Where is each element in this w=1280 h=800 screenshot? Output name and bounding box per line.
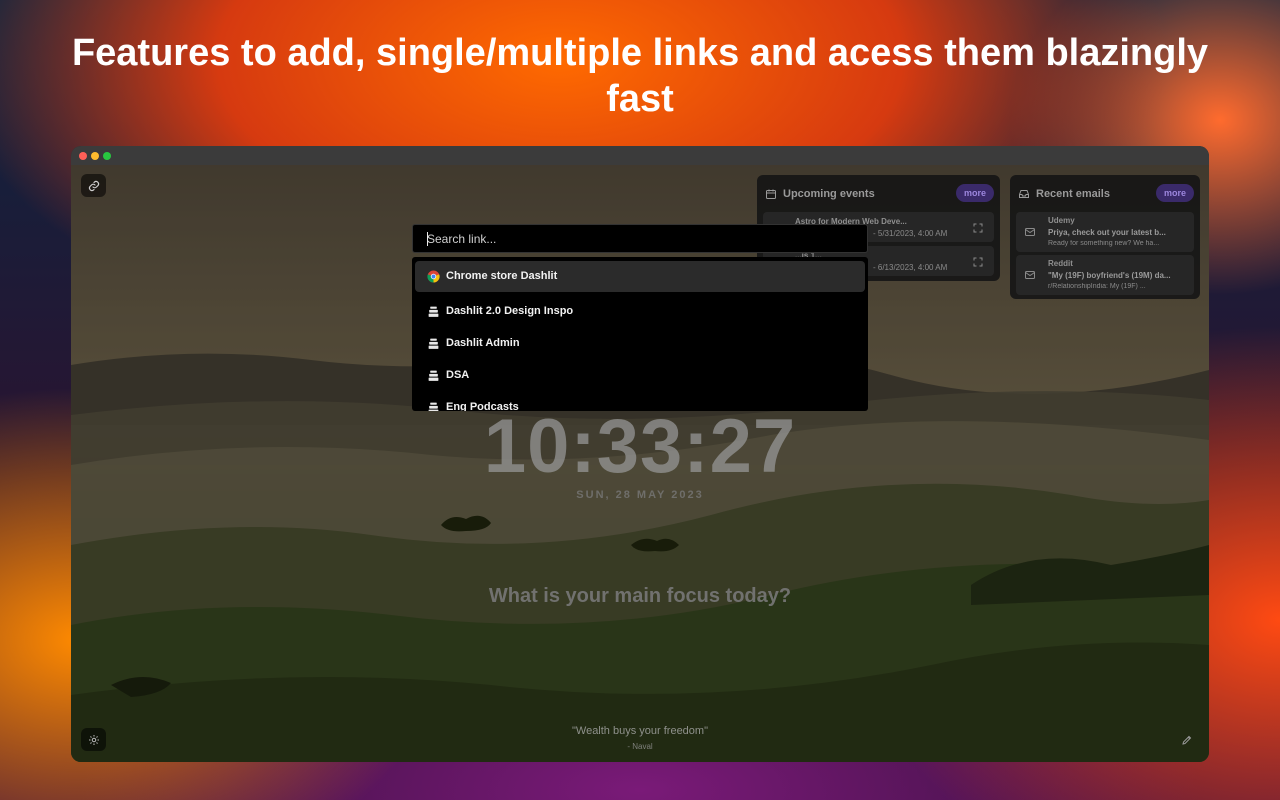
- link-item-design-inspo[interactable]: Dashlit 2.0 Design Inspo: [415, 296, 865, 327]
- stack-icon: [428, 338, 439, 349]
- stack-icon: [428, 306, 439, 317]
- page-headline: Features to add, single/multiple links a…: [71, 32, 1209, 120]
- link-item-chrome-store[interactable]: Chrome store Dashlit: [415, 261, 865, 292]
- dashboard: Upcoming events more Astro for Modern We…: [71, 165, 1209, 762]
- link-item-dsa[interactable]: DSA: [415, 360, 865, 391]
- links-button[interactable]: [81, 174, 106, 197]
- quote-text: "Wealth buys your freedom": [571, 725, 708, 737]
- link-label: Dashlit 2.0 Design Inspo: [446, 305, 574, 317]
- stack-icon: [428, 402, 439, 411]
- edit-button[interactable]: [1174, 728, 1199, 751]
- chrome-icon: [427, 270, 440, 283]
- clock-date: SUN, 28 MAY 2023: [576, 489, 704, 501]
- link-label: Eng Podcasts: [446, 401, 519, 411]
- email-preview: Ready for something new? We ha...: [1048, 240, 1160, 247]
- email-subject: Priya, check out your latest b...: [1048, 228, 1166, 237]
- clock-time: 10:33:27: [483, 404, 797, 489]
- email-preview: r/RelationshipIndia: My (19F) ...: [1048, 283, 1146, 290]
- close-window-button[interactable]: [79, 152, 87, 160]
- minimize-window-button[interactable]: [91, 152, 99, 160]
- expand-icon[interactable]: [972, 222, 984, 234]
- emails-panel-title: Recent emails: [1036, 188, 1110, 200]
- quote-author: - Naval: [627, 742, 653, 751]
- events-panel-title: Upcoming events: [783, 188, 875, 200]
- mail-icon: [1025, 228, 1035, 236]
- link-label: Chrome store Dashlit: [446, 270, 558, 282]
- events-more-button[interactable]: more: [956, 184, 994, 202]
- settings-button[interactable]: [81, 728, 106, 751]
- gear-icon: [88, 734, 99, 745]
- search-input[interactable]: [427, 231, 847, 247]
- calendar-icon: [766, 189, 776, 199]
- recent-emails-panel: Recent emails more Udemy Priya, check ou…: [1010, 175, 1200, 299]
- text-caret: [427, 232, 428, 246]
- expand-icon[interactable]: [972, 256, 984, 268]
- link-results-dropdown: Chrome store Dashlit Dashlit 2.0 Design …: [412, 257, 868, 411]
- pencil-icon: [1181, 735, 1191, 745]
- email-sender: Reddit: [1048, 259, 1073, 268]
- window-titlebar: [71, 146, 1209, 165]
- focus-prompt[interactable]: What is your main focus today?: [71, 585, 1209, 608]
- emails-more-button[interactable]: more: [1156, 184, 1194, 202]
- event-time: - 6/13/2023, 4:00 AM: [873, 263, 948, 272]
- email-sender: Udemy: [1048, 216, 1075, 225]
- email-subject: "My (19F) boyfriend's (19M) da...: [1048, 271, 1171, 280]
- email-item[interactable]: Udemy Priya, check out your latest b... …: [1016, 212, 1194, 252]
- browser-window: Upcoming events more Astro for Modern We…: [71, 146, 1209, 762]
- link-icon: [88, 180, 99, 191]
- link-label: Dashlit Admin: [446, 337, 520, 349]
- link-item-eng-podcasts[interactable]: Eng Podcasts: [415, 392, 865, 411]
- link-item-admin[interactable]: Dashlit Admin: [415, 328, 865, 359]
- link-label: DSA: [446, 369, 470, 381]
- email-item[interactable]: Reddit "My (19F) boyfriend's (19M) da...…: [1016, 255, 1194, 295]
- link-search-box[interactable]: [412, 224, 868, 253]
- zoom-window-button[interactable]: [103, 152, 111, 160]
- stack-icon: [428, 370, 439, 381]
- event-time: - 5/31/2023, 4:00 AM: [873, 229, 948, 238]
- mail-icon: [1025, 271, 1035, 279]
- inbox-icon: [1019, 190, 1029, 198]
